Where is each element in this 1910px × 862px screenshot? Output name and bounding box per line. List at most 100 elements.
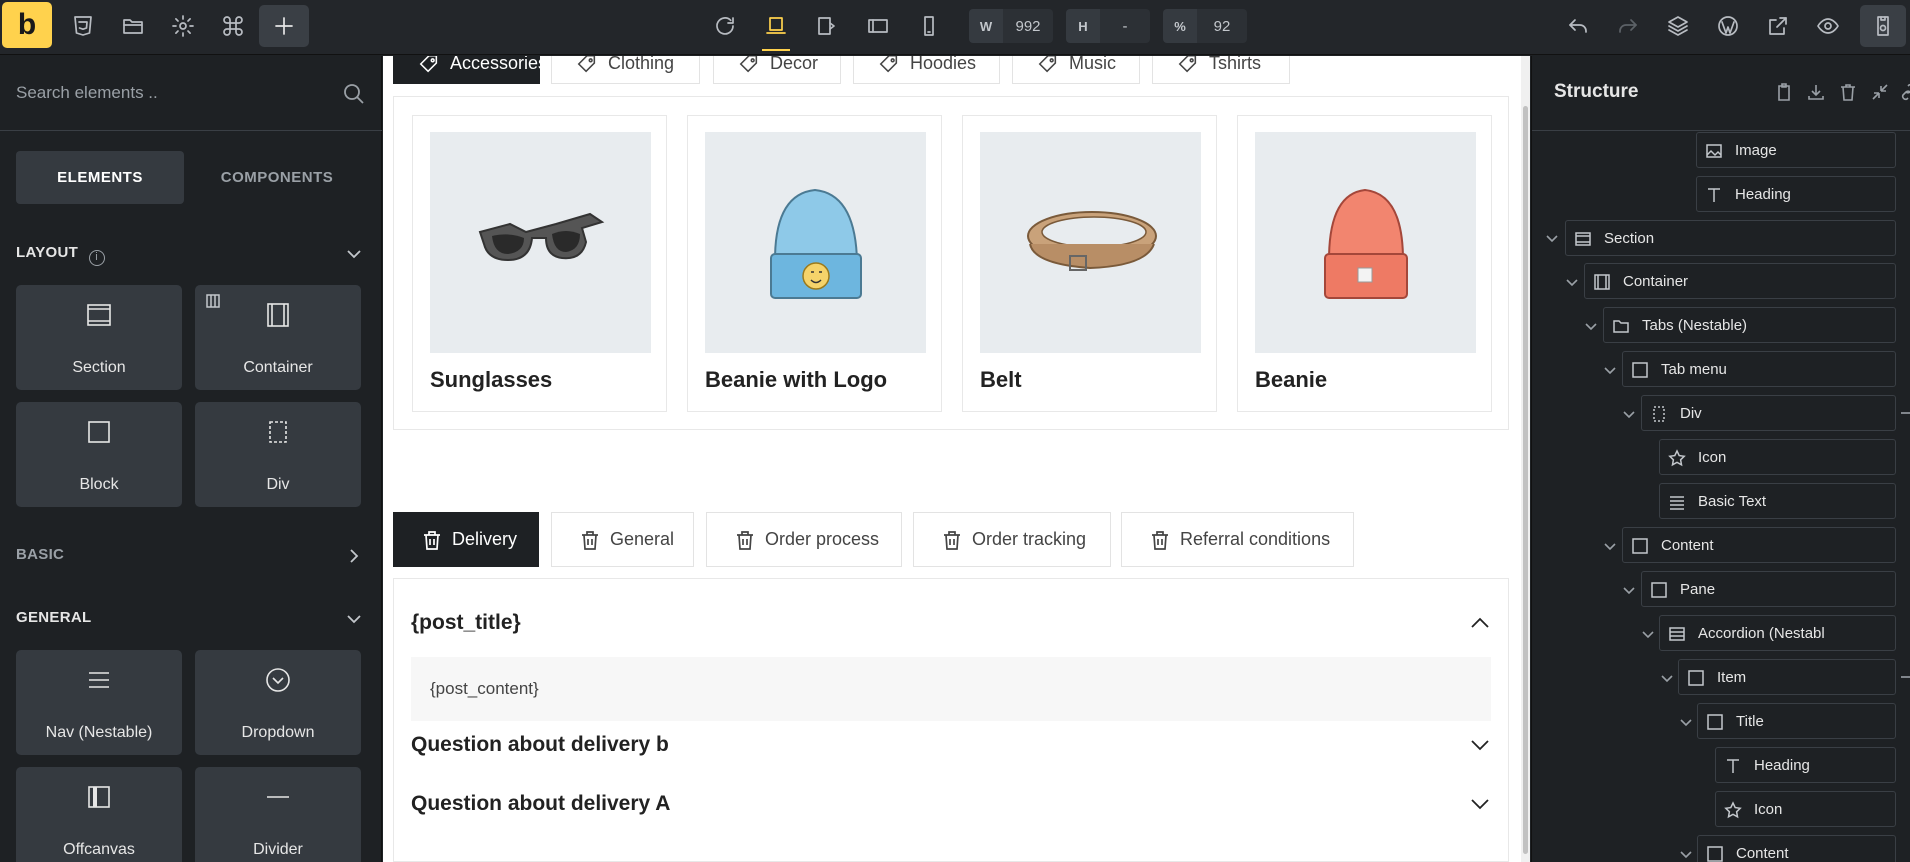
- element-search[interactable]: Search elements ..: [0, 56, 382, 131]
- element-offcanvas[interactable]: Offcanvas: [16, 767, 182, 862]
- link-icon[interactable]: [1898, 82, 1910, 102]
- structure-node-item[interactable]: Item: [1678, 659, 1896, 695]
- tab-music[interactable]: Music: [1012, 56, 1140, 84]
- folder-icon[interactable]: [110, 5, 156, 47]
- css-icon[interactable]: [60, 5, 106, 47]
- tab-delivery[interactable]: Delivery: [393, 512, 539, 567]
- chevron-up-icon[interactable]: [1468, 611, 1492, 635]
- product-image-belt[interactable]: [980, 132, 1201, 353]
- link-icon[interactable]: [1899, 406, 1910, 420]
- element-divider[interactable]: Divider: [195, 767, 361, 862]
- external-link-icon[interactable]: [1755, 5, 1801, 47]
- tab-order-process[interactable]: Order process: [706, 512, 902, 567]
- accordion-title[interactable]: Question about delivery b: [411, 733, 669, 757]
- tab-elements[interactable]: ELEMENTS: [16, 151, 184, 204]
- height-value[interactable]: -: [1100, 9, 1150, 43]
- desktop-breakpoint-icon[interactable]: [753, 5, 799, 51]
- chevron-down-icon[interactable]: [1678, 714, 1694, 730]
- chevron-down-icon[interactable]: [1659, 670, 1675, 686]
- product-title[interactable]: Beanie: [1255, 367, 1327, 393]
- tab-general[interactable]: General: [551, 512, 694, 567]
- tab-decor[interactable]: Decor: [713, 56, 841, 84]
- add-element-button[interactable]: [259, 5, 309, 47]
- chevron-down-icon[interactable]: [1564, 274, 1580, 290]
- chevron-down-icon[interactable]: [1602, 362, 1618, 378]
- category-layout[interactable]: LAYOUT i: [16, 244, 105, 266]
- structure-node-icon[interactable]: Icon: [1659, 439, 1896, 475]
- structure-node-icon[interactable]: Icon: [1715, 791, 1896, 827]
- tab-tshirts[interactable]: Tshirts: [1152, 56, 1290, 84]
- tab-order-tracking[interactable]: Order tracking: [913, 512, 1111, 567]
- product-image-beanie[interactable]: [1255, 132, 1476, 353]
- gear-icon[interactable]: [160, 5, 206, 47]
- product-card[interactable]: Sunglasses: [412, 115, 667, 412]
- collapse-icon[interactable]: [1870, 82, 1890, 102]
- structure-node-heading[interactable]: Heading: [1715, 747, 1896, 783]
- height-field[interactable]: H -: [1066, 9, 1150, 43]
- command-icon[interactable]: [210, 5, 256, 47]
- chevron-down-icon[interactable]: [344, 244, 364, 264]
- category-basic[interactable]: BASIC: [16, 546, 64, 563]
- element-div[interactable]: Div: [195, 402, 361, 507]
- chevron-down-icon[interactable]: [1602, 538, 1618, 554]
- zoom-field[interactable]: % 92: [1163, 9, 1247, 43]
- search-icon[interactable]: [342, 82, 366, 106]
- element-block[interactable]: Block: [16, 402, 182, 507]
- tab-referral-conditions[interactable]: Referral conditions: [1121, 512, 1354, 567]
- search-input[interactable]: Search elements ..: [16, 83, 158, 103]
- structure-node-heading[interactable]: Heading: [1696, 176, 1896, 212]
- chevron-down-icon[interactable]: [1621, 406, 1637, 422]
- logo-button[interactable]: b: [2, 2, 52, 48]
- refresh-icon[interactable]: [702, 5, 748, 47]
- accordion-title[interactable]: Question about delivery A: [411, 792, 670, 816]
- wordpress-icon[interactable]: [1705, 5, 1751, 47]
- link-icon[interactable]: [1899, 670, 1910, 684]
- preview-canvas[interactable]: Accessories Clothing Decor Hoodies Music…: [383, 56, 1530, 862]
- chevron-down-icon[interactable]: [1583, 318, 1599, 334]
- product-card[interactable]: Beanie: [1237, 115, 1492, 412]
- zoom-value[interactable]: 92: [1197, 9, 1247, 43]
- structure-node-content[interactable]: Content: [1622, 527, 1896, 563]
- chevron-down-icon[interactable]: [1621, 582, 1637, 598]
- element-nav-nestable[interactable]: Nav (Nestable): [16, 650, 182, 755]
- category-general[interactable]: GENERAL: [16, 609, 91, 626]
- product-image-sunglasses[interactable]: [430, 132, 651, 353]
- tab-accessories[interactable]: Accessories: [393, 56, 547, 84]
- width-value[interactable]: 992: [1003, 9, 1053, 43]
- accordion-title[interactable]: {post_title}: [411, 611, 521, 635]
- tab-components[interactable]: COMPONENTS: [193, 151, 361, 204]
- redo-icon[interactable]: [1605, 5, 1651, 47]
- product-image-beanie-logo[interactable]: [705, 132, 926, 353]
- structure-node-section[interactable]: Section: [1565, 220, 1896, 256]
- chevron-down-icon[interactable]: [1544, 230, 1560, 246]
- product-title[interactable]: Sunglasses: [430, 367, 552, 393]
- download-icon[interactable]: [1806, 82, 1826, 102]
- chevron-down-icon[interactable]: [1468, 733, 1492, 757]
- tab-hoodies[interactable]: Hoodies: [853, 56, 1000, 84]
- structure-node-title[interactable]: Title: [1697, 703, 1896, 739]
- canvas-scrollbar[interactable]: [1521, 56, 1530, 862]
- structure-node-content[interactable]: Content: [1697, 835, 1896, 862]
- structure-node-tabs[interactable]: Tabs (Nestable): [1603, 307, 1896, 343]
- tablet-landscape-icon[interactable]: [803, 5, 849, 47]
- preview-eye-icon[interactable]: [1805, 5, 1851, 47]
- structure-node-tab-menu[interactable]: Tab menu: [1622, 351, 1896, 387]
- structure-node-basic-text[interactable]: Basic Text: [1659, 483, 1896, 519]
- tab-clothing[interactable]: Clothing: [551, 56, 700, 84]
- layers-icon[interactable]: [1655, 5, 1701, 47]
- element-container[interactable]: Container: [195, 285, 361, 390]
- structure-node-container[interactable]: Container: [1584, 263, 1896, 299]
- chevron-down-icon[interactable]: [344, 609, 364, 629]
- product-card[interactable]: Belt: [962, 115, 1217, 412]
- undo-icon[interactable]: [1555, 5, 1601, 47]
- element-section[interactable]: Section: [16, 285, 182, 390]
- scrollbar-thumb[interactable]: [1523, 106, 1528, 854]
- tablet-icon[interactable]: [855, 5, 901, 47]
- element-dropdown[interactable]: Dropdown: [195, 650, 361, 755]
- clipboard-icon[interactable]: [1774, 82, 1794, 102]
- structure-node-pane[interactable]: Pane: [1641, 571, 1896, 607]
- width-field[interactable]: W 992: [969, 9, 1053, 43]
- product-card[interactable]: Beanie with Logo: [687, 115, 942, 412]
- trash-icon[interactable]: [1838, 82, 1858, 102]
- structure-node-image[interactable]: Image: [1696, 132, 1896, 168]
